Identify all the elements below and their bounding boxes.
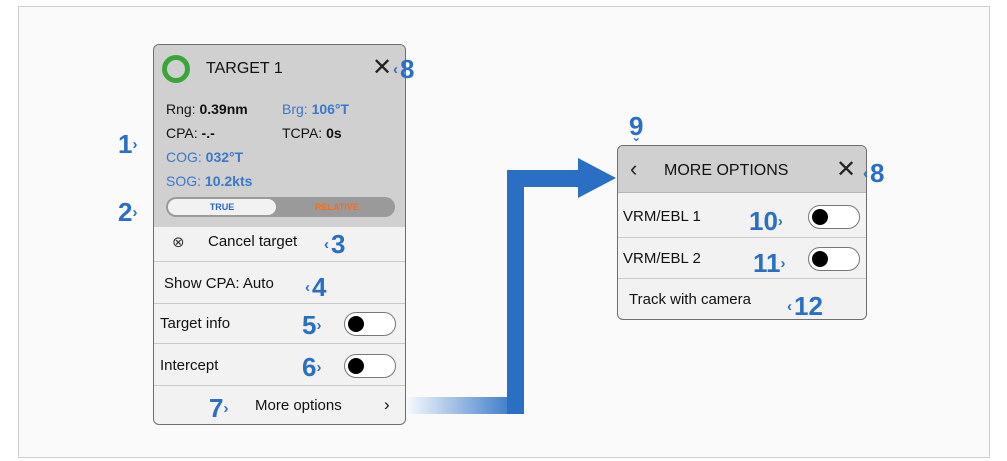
callout-10: 10› [749,208,783,234]
cpa-value: -.- [201,125,215,141]
more-options-title: MORE OPTIONS [664,162,789,179]
callout-5: 5› [302,312,321,338]
divider [618,278,866,279]
callout-number: 11 [753,248,781,278]
chevron-right-icon: › [132,204,138,221]
divider [154,303,405,304]
target-title: TARGET 1 [206,60,283,77]
close-icon[interactable]: ✕ [372,56,392,80]
chevron-right-icon: › [223,400,229,417]
callout-2: 2› [118,199,137,225]
callout-number: 10 [749,206,778,236]
more-options-panel: ‹ MORE OPTIONS ✕ VRM/EBL 1 VRM/EBL 2 Tra… [617,145,867,320]
callout-number: 4 [312,272,327,302]
target-panel: TARGET 1 ✕ Rng: 0.39nm Brg: 106°T CPA: -… [153,44,406,425]
callout-11: 11› [753,250,786,276]
chevron-left-icon: ‹ [393,61,398,78]
connector-arrowhead [578,158,616,198]
callout-number: 8 [870,158,885,188]
callout-number: 2 [118,197,133,227]
callout-6: 6› [302,354,321,380]
brg-value: 106°T [311,101,350,117]
callout-number: 3 [331,229,346,259]
callout-12: ‹12 [787,293,823,319]
circle-x-icon: ⊗ [172,234,185,251]
cog-row: COG: 032°T [166,149,243,165]
chevron-right-icon: › [316,317,322,334]
chevron-right-icon: › [780,255,786,272]
chevron-right-icon: › [316,359,322,376]
mode-true-option[interactable]: TRUE [168,199,276,215]
divider [618,237,866,238]
chevron-left-icon: ‹ [305,279,310,296]
callout-3: ‹3 [324,231,345,257]
cancel-target-button[interactable]: Cancel target [208,233,297,250]
callout-8: ‹8 [863,160,884,186]
sog-row: SOG: 10.2kts [166,173,252,189]
vrm-ebl-1-label: VRM/EBL 1 [623,208,701,225]
cpa-row: CPA: -.- [166,125,215,141]
callout-number: 7 [209,393,224,423]
show-cpa-option[interactable]: Show CPA: Auto [164,275,274,292]
rng-row: Rng: 0.39nm [166,101,248,117]
vrm-ebl-1-toggle[interactable] [808,205,860,229]
chevron-right-icon[interactable]: › [384,395,390,415]
callout-1: 1› [118,131,137,157]
callout-number: 6 [302,352,317,382]
tcpa-label: TCPA: [282,125,323,141]
more-options-button[interactable]: More options [255,397,342,414]
callout-4: ‹4 [305,274,326,300]
connector-vertical [507,170,524,414]
divider [154,385,405,386]
callout-7: 7› [209,395,228,421]
sog-value: 10.2kts [204,173,253,189]
rng-label: Rng: [166,101,196,117]
chevron-left-icon: ‹ [863,165,868,182]
chevron-left-icon: ‹ [324,236,329,253]
divider [154,343,405,344]
target-info-toggle[interactable] [344,312,396,336]
true-relative-toggle[interactable]: TRUE RELATIVE [166,197,395,217]
sog-label: SOG: [166,173,202,189]
connector-horizontal-top [507,170,582,187]
callout-number: 8 [400,54,415,84]
brg-row: Brg: 106°T [282,101,349,117]
track-with-camera-button[interactable]: Track with camera [629,291,751,308]
rng-value: 0.39nm [199,101,248,117]
toggle-knob [812,251,828,267]
cog-label: COG: [166,149,202,165]
callout-number: 5 [302,310,317,340]
toggle-knob [812,209,828,225]
intercept-toggle[interactable] [344,354,396,378]
callout-8: ‹8 [393,56,414,82]
connector-horizontal-bottom [402,397,522,414]
target-info-label: Target info [160,315,231,332]
callout-number: 1 [118,129,133,159]
close-icon[interactable]: ✕ [836,158,856,182]
brg-label: Brg: [282,101,308,117]
divider [154,261,405,262]
callout-number: 12 [794,291,823,321]
toggle-knob [348,358,364,374]
chevron-left-icon[interactable]: ‹ [630,156,637,182]
cog-value: 032°T [205,149,244,165]
green-ring-icon [162,55,190,83]
chevron-left-icon: ‹ [787,298,792,315]
tcpa-row: TCPA: 0s [282,125,342,141]
chevron-right-icon: › [777,213,783,230]
tcpa-value: 0s [326,125,342,141]
mode-relative-option[interactable]: RELATIVE [287,199,387,215]
toggle-knob [348,316,364,332]
callout-9: 9 ⌄ [629,113,643,143]
cpa-label: CPA: [166,125,198,141]
vrm-ebl-2-label: VRM/EBL 2 [623,250,701,267]
chevron-right-icon: › [132,136,138,153]
vrm-ebl-2-toggle[interactable] [808,247,860,271]
intercept-label: Intercept [160,357,219,374]
